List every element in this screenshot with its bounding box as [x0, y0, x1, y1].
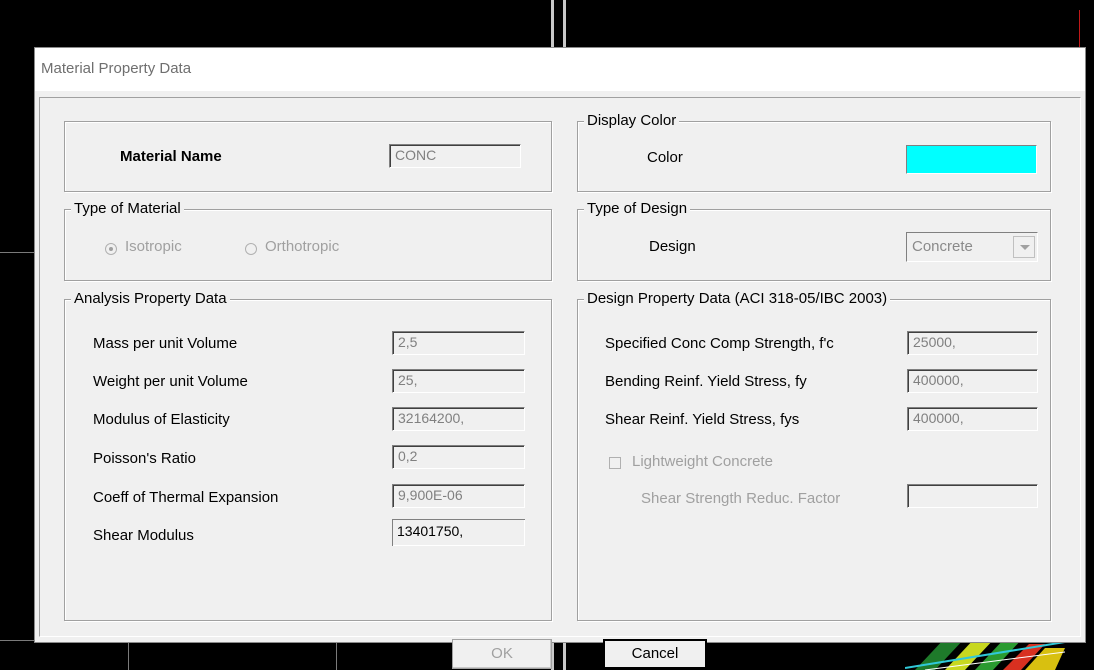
cancel-button[interactable]: Cancel	[603, 639, 707, 669]
cancel-button-label: Cancel	[631, 645, 679, 662]
design-label: Design	[649, 238, 696, 255]
material-name-group: Material Name CONC	[64, 121, 552, 192]
analysis-property-group-label: Analysis Property Data	[71, 290, 230, 307]
material-name-label: Material Name	[120, 148, 222, 165]
grid-line	[128, 643, 129, 670]
conc-comp-strength-field[interactable]: 25000,	[907, 331, 1038, 355]
design-property-group: Design Property Data (ACI 318-05/IBC 200…	[577, 290, 1051, 621]
shear-reduc-factor-field[interactable]	[907, 484, 1038, 508]
weight-per-volume-field[interactable]: 25,	[392, 369, 525, 393]
modulus-of-elasticity-field[interactable]: 32164200,	[392, 407, 525, 431]
poissons-ratio-label: Poisson's Ratio	[93, 450, 196, 467]
design-property-group-label: Design Property Data (ACI 318-05/IBC 200…	[584, 290, 891, 307]
display-color-group-label: Display Color	[584, 112, 680, 129]
thermal-expansion-field[interactable]: 9,900E-06	[392, 484, 525, 508]
isotropic-radio-label: Isotropic	[125, 238, 182, 255]
ok-button-label: OK	[491, 645, 513, 662]
type-of-material-group: Type of Material Isotropic Orthotropic	[64, 200, 552, 281]
lightweight-concrete-label: Lightweight Concrete	[632, 453, 773, 470]
shear-reduc-factor-label: Shear Strength Reduc. Factor	[641, 490, 841, 507]
dialog-title: Material Property Data	[41, 60, 192, 77]
type-of-design-group: Type of Design Design Concrete	[577, 200, 1051, 281]
mass-per-volume-field[interactable]: 2,5	[392, 331, 525, 355]
viewport-divider	[563, 643, 566, 670]
grid-line	[0, 640, 34, 641]
grid-line	[336, 643, 337, 670]
display-color-group: Display Color Color	[577, 112, 1051, 192]
chevron-down-icon[interactable]	[1013, 236, 1035, 258]
shear-yield-stress-field[interactable]: 400000,	[907, 407, 1038, 431]
orthotropic-radio-label: Orthotropic	[265, 238, 340, 255]
shear-yield-stress-label: Shear Reinf. Yield Stress, fys	[605, 411, 800, 428]
color-label: Color	[647, 149, 683, 166]
ok-button[interactable]: OK	[452, 639, 552, 669]
design-type-dropdown[interactable]: Concrete	[906, 232, 1038, 262]
bending-yield-stress-label: Bending Reinf. Yield Stress, fy	[605, 373, 807, 390]
poissons-ratio-field[interactable]: 0,2	[392, 445, 525, 469]
lightweight-concrete-checkbox[interactable]	[609, 457, 621, 469]
isotropic-radio[interactable]	[105, 243, 117, 255]
title-bar[interactable]: Material Property Data	[35, 48, 1085, 91]
viewport-divider	[563, 0, 566, 47]
weight-per-volume-label: Weight per unit Volume	[93, 373, 248, 390]
material-property-dialog: Material Property Data Material Name CON…	[34, 47, 1086, 669]
thermal-expansion-label: Coeff of Thermal Expansion	[93, 489, 279, 506]
color-swatch-button[interactable]	[906, 145, 1037, 174]
type-of-design-group-label: Type of Design	[584, 200, 691, 217]
viewport-divider	[551, 0, 554, 47]
material-name-field[interactable]: CONC	[389, 144, 521, 168]
mass-per-volume-label: Mass per unit Volume	[93, 335, 238, 352]
shear-modulus-label: Shear Modulus	[93, 527, 194, 544]
analysis-property-group: Analysis Property Data Mass per unit Vol…	[64, 290, 552, 621]
grid-line	[0, 252, 34, 253]
design-type-value: Concrete	[912, 238, 973, 255]
conc-comp-strength-label: Specified Conc Comp Strength, f'c	[605, 335, 834, 352]
dialog-client-area: Material Name CONC Display Color Color T…	[39, 97, 1081, 669]
shear-modulus-value: 13401750,	[392, 519, 525, 546]
bending-yield-stress-field[interactable]: 400000,	[907, 369, 1038, 393]
modulus-of-elasticity-label: Modulus of Elasticity	[93, 411, 230, 428]
grid-line	[1079, 10, 1080, 47]
orthotropic-radio[interactable]	[245, 243, 257, 255]
type-of-material-group-label: Type of Material	[71, 200, 184, 217]
